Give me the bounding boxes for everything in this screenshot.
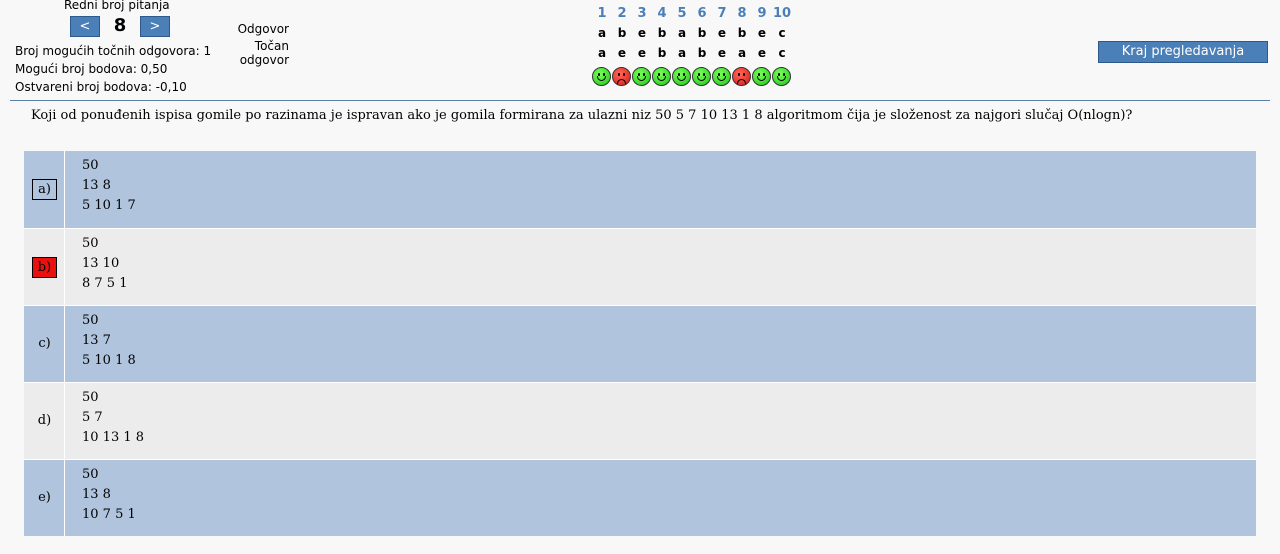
- answer-options-list: a) 50 13 8 5 10 1 7 b) 50 13 10 8 7 5 1 c) 50 13 7…: [24, 151, 1256, 536]
- option-label: d): [37, 413, 52, 428]
- heap-level-line: 5 7: [82, 410, 103, 425]
- option-label-cell: c): [24, 306, 65, 382]
- correct-answer-7: e: [717, 46, 727, 60]
- heap-level-line: 13 10: [82, 256, 120, 271]
- correct-answer-9: e: [757, 46, 767, 60]
- question-link-5[interactable]: 5: [672, 6, 692, 21]
- heap-level-line: 13 8: [82, 487, 111, 502]
- question-link-7[interactable]: 7: [712, 6, 732, 21]
- smiley-face-icon: [672, 67, 691, 86]
- current-question-number: 8: [113, 15, 127, 36]
- option-content: 50 13 8 10 7 5 1: [82, 465, 136, 525]
- option-label-cell: b): [24, 229, 65, 305]
- correct-answer-2: e: [617, 46, 627, 60]
- option-label: e): [38, 490, 51, 505]
- given-answer-5: a: [677, 26, 687, 40]
- heap-level-line: 50: [82, 313, 99, 328]
- correct-answer-10: c: [778, 46, 786, 60]
- question-link-3[interactable]: 3: [632, 6, 652, 21]
- smiley-face-icon: [652, 67, 671, 86]
- heap-level-line: 10 7 5 1: [82, 507, 136, 522]
- given-answer-8: b: [737, 26, 747, 40]
- heap-level-line: 5 10 1 8: [82, 353, 136, 368]
- heap-level-line: 50: [82, 158, 99, 173]
- given-answer-9: e: [757, 26, 767, 40]
- answer-option-d: d) 50 5 7 10 13 1 8: [24, 382, 1256, 459]
- question-link-10[interactable]: 10: [772, 6, 792, 21]
- option-label: c): [38, 336, 51, 351]
- possible-points: Mogući broj bodova: 0,50: [15, 62, 168, 76]
- smiley-face-icon: [692, 67, 711, 86]
- given-answer-6: b: [697, 26, 707, 40]
- given-answer-4: b: [657, 26, 667, 40]
- heap-level-line: 13 7: [82, 333, 111, 348]
- correct-answer-3: e: [637, 46, 647, 60]
- heap-level-line: 50: [82, 390, 99, 405]
- smiley-face-icon: [772, 67, 791, 86]
- prev-question-button[interactable]: <: [70, 16, 100, 37]
- option-label-cell: d): [24, 383, 65, 459]
- correct-answer-8: a: [737, 46, 747, 60]
- option-content: 50 13 10 8 7 5 1: [82, 234, 127, 294]
- heap-level-line: 5 10 1 7: [82, 198, 136, 213]
- header-divider: [10, 100, 1270, 101]
- correct-answer-6: b: [697, 46, 707, 60]
- question-text: Koji od ponuđenih ispisa gomile po razin…: [31, 108, 1133, 123]
- heap-level-line: 50: [82, 236, 99, 251]
- answer-option-c: c) 50 13 7 5 10 1 8: [24, 305, 1256, 382]
- heap-level-line: 50: [82, 467, 99, 482]
- option-label-cell: e): [24, 460, 65, 536]
- answer-option-a: a) 50 13 8 5 10 1 7: [24, 151, 1256, 228]
- correct-label-line1: Točan: [254, 39, 289, 53]
- heap-level-line: 13 8: [82, 178, 111, 193]
- correct-answer-5: a: [677, 46, 687, 60]
- given-answer-1: a: [597, 26, 607, 40]
- option-label-cell: a): [24, 151, 65, 228]
- sad-face-icon: [612, 67, 631, 86]
- smiley-face-icon: [632, 67, 651, 86]
- option-content: 50 13 7 5 10 1 8: [82, 311, 136, 371]
- sad-face-icon: [732, 67, 751, 86]
- option-label: a): [32, 179, 57, 200]
- option-label: b): [32, 257, 57, 278]
- question-link-8[interactable]: 8: [732, 6, 752, 21]
- heap-level-line: 10 13 1 8: [82, 430, 145, 445]
- correct-answer-4: b: [657, 46, 667, 60]
- correct-row-label: Točan odgovor: [209, 39, 289, 67]
- given-answer-7: e: [717, 26, 727, 40]
- review-header: Redni broj pitanja < 8 > Broj mogućih to…: [0, 0, 1280, 100]
- option-content: 50 13 8 5 10 1 7: [82, 156, 136, 216]
- question-nav-title: Redni broj pitanja: [64, 0, 170, 12]
- question-link-6[interactable]: 6: [692, 6, 712, 21]
- end-review-button[interactable]: Kraj pregledavanja: [1098, 41, 1268, 63]
- next-question-button[interactable]: >: [140, 16, 170, 37]
- given-answer-10: c: [778, 26, 786, 40]
- smiley-face-icon: [752, 67, 771, 86]
- smiley-face-icon: [712, 67, 731, 86]
- earned-points: Ostvareni broj bodova: -0,10: [15, 80, 187, 94]
- question-link-2[interactable]: 2: [612, 6, 632, 21]
- given-answer-2: b: [617, 26, 627, 40]
- answer-option-b: b) 50 13 10 8 7 5 1: [24, 228, 1256, 305]
- correct-answer-1: a: [597, 46, 607, 60]
- possible-correct-count: Broj mogućih točnih odgovora: 1: [15, 44, 212, 58]
- question-link-1[interactable]: 1: [592, 6, 612, 21]
- option-content: 50 5 7 10 13 1 8: [82, 388, 144, 448]
- answer-row-label: Odgovor: [237, 22, 289, 36]
- smiley-face-icon: [592, 67, 611, 86]
- correct-label-line2: odgovor: [239, 53, 289, 67]
- question-link-4[interactable]: 4: [652, 6, 672, 21]
- answer-option-e: e) 50 13 8 10 7 5 1: [24, 459, 1256, 536]
- given-answer-3: e: [637, 26, 647, 40]
- heap-level-line: 8 7 5 1: [82, 276, 128, 291]
- question-link-9[interactable]: 9: [752, 6, 772, 21]
